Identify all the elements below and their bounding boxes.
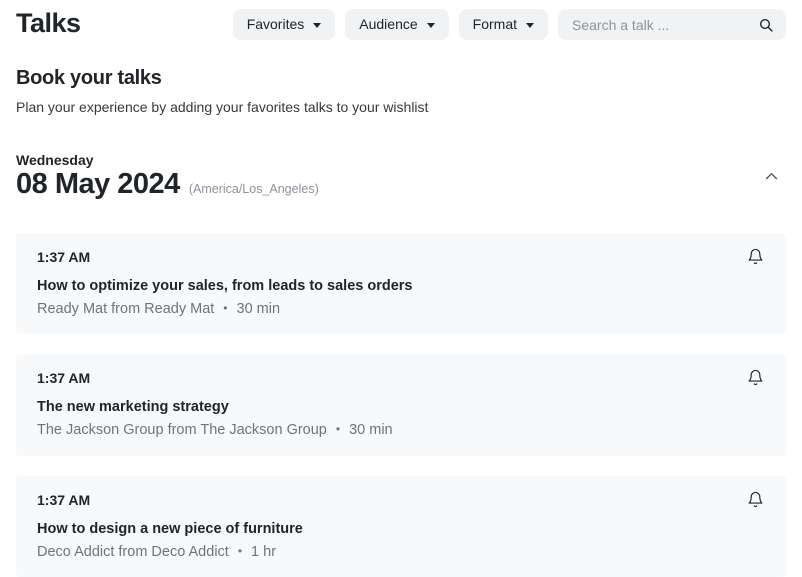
collapse-day-button[interactable] (759, 164, 784, 189)
wishlist-bell-button[interactable] (745, 246, 766, 267)
talk-card[interactable]: 1:37 AM How to design a new piece of fur… (16, 476, 786, 577)
talk-speaker: Deco Addict from Deco Addict (37, 543, 229, 563)
meta-bullet: • (336, 421, 340, 437)
caret-down-icon (427, 23, 435, 28)
talk-card-top-row: 1:37 AM (37, 489, 766, 510)
talk-title[interactable]: How to design a new piece of furniture (37, 520, 766, 539)
bell-icon (747, 369, 764, 386)
audience-dropdown-button[interactable]: Audience (345, 9, 448, 40)
search-box (558, 9, 786, 40)
talk-card-top-row: 1:37 AM (37, 246, 766, 267)
day-weekday: Wednesday (16, 152, 319, 168)
talks-page: Talks Favorites Audience Format (0, 0, 802, 577)
talk-card-top-row: 1:37 AM (37, 367, 766, 388)
favorites-dropdown-button[interactable]: Favorites (233, 9, 336, 40)
search-icon (758, 17, 774, 33)
talk-duration: 30 min (349, 421, 393, 441)
talk-meta: Deco Addict from Deco Addict • 1 hr (37, 543, 766, 563)
format-dropdown-label: Format (473, 16, 517, 33)
page-title: Talks (16, 8, 81, 39)
day-header-text: Wednesday 08 May 2024 (America/Los_Angel… (16, 152, 319, 201)
talk-time: 1:37 AM (37, 367, 90, 387)
day-line: 08 May 2024 (America/Los_Angeles) (16, 169, 319, 201)
search-submit-button[interactable] (758, 17, 774, 33)
talk-title[interactable]: How to optimize your sales, from leads t… (37, 277, 766, 296)
audience-dropdown-label: Audience (359, 16, 417, 33)
day-header: Wednesday 08 May 2024 (America/Los_Angel… (16, 152, 786, 201)
talks-list: 1:37 AM How to optimize your sales, from… (16, 233, 786, 577)
chevron-up-icon (763, 168, 780, 185)
bell-icon (747, 491, 764, 508)
talk-speaker: The Jackson Group from The Jackson Group (37, 421, 327, 441)
top-bar: Talks Favorites Audience Format (16, 8, 786, 40)
format-dropdown-button[interactable]: Format (459, 9, 548, 40)
talk-time: 1:37 AM (37, 246, 90, 266)
intro-section: Book your talks Plan your experience by … (16, 67, 786, 115)
caret-down-icon (313, 23, 321, 28)
day-date: 08 May 2024 (16, 169, 180, 201)
talk-speaker: Ready Mat from Ready Mat (37, 300, 214, 320)
caret-down-icon (526, 23, 534, 28)
meta-bullet: • (238, 543, 242, 559)
talk-card[interactable]: 1:37 AM How to optimize your sales, from… (16, 233, 786, 334)
day-timezone: (America/Los_Angeles) (189, 182, 319, 196)
talk-title[interactable]: The new marketing strategy (37, 398, 766, 417)
talk-card[interactable]: 1:37 AM The new marketing strategy The J… (16, 354, 786, 455)
talk-meta: Ready Mat from Ready Mat • 30 min (37, 300, 766, 320)
wishlist-bell-button[interactable] (745, 489, 766, 510)
intro-subtitle: Plan your experience by adding your favo… (16, 99, 786, 115)
bell-icon (747, 248, 764, 265)
intro-heading: Book your talks (16, 67, 786, 90)
talk-duration: 1 hr (251, 543, 276, 563)
talk-time: 1:37 AM (37, 489, 90, 509)
talk-meta: The Jackson Group from The Jackson Group… (37, 421, 766, 441)
meta-bullet: • (223, 300, 227, 316)
favorites-dropdown-label: Favorites (247, 16, 305, 33)
wishlist-bell-button[interactable] (745, 367, 766, 388)
search-input[interactable] (570, 16, 750, 34)
filter-controls: Favorites Audience Format (233, 9, 786, 40)
talk-duration: 30 min (237, 300, 281, 320)
